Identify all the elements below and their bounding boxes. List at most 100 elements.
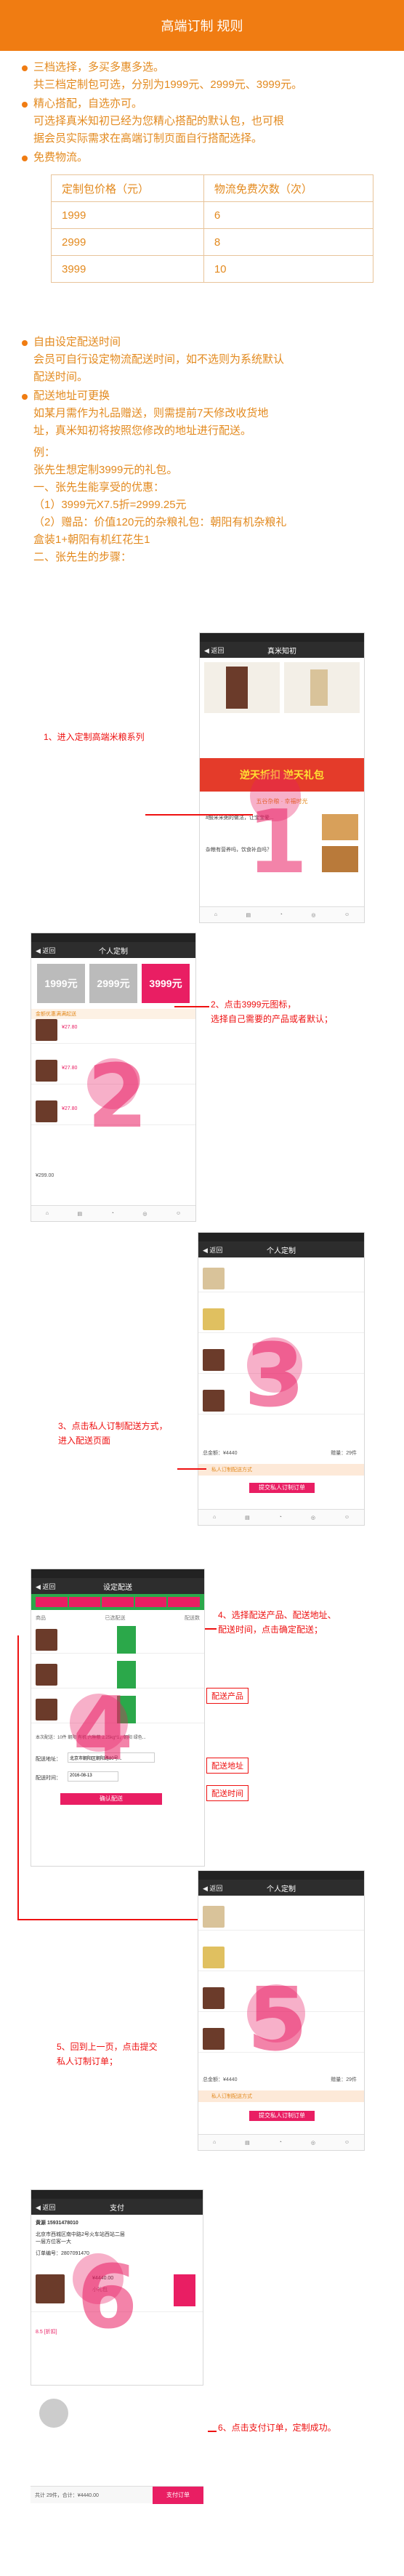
column-header: 商品: [36, 1616, 46, 1621]
table-cell: 2999: [51, 228, 204, 256]
product-row[interactable]: ¥27.80: [31, 1016, 195, 1044]
total-price: ¥299.00: [36, 1173, 54, 1178]
cart-icon[interactable]: ◔: [280, 912, 283, 917]
share-icon[interactable]: ◎: [311, 912, 315, 918]
cart-icon[interactable]: ◔: [279, 1515, 282, 1520]
pointer-line: [145, 814, 253, 816]
step-number: 4: [73, 1679, 134, 1780]
pointer-line: [17, 1635, 19, 1919]
step5-line: 私人订制订单；: [57, 2056, 118, 2066]
share-icon[interactable]: ◎: [142, 1211, 147, 1217]
bullet-dot: [22, 156, 28, 161]
user-icon[interactable]: ☺: [344, 2140, 350, 2145]
month-tab[interactable]: [168, 1597, 200, 1607]
tab-1999[interactable]: 1999元: [37, 964, 85, 1003]
column-header: 已选配送: [105, 1616, 126, 1621]
bullet-title: 自由设定配送时间: [33, 336, 121, 348]
bullet-dot: [22, 340, 28, 346]
product-card[interactable]: [204, 662, 280, 713]
cart-icon[interactable]: ◔: [279, 2140, 282, 2145]
step2-text: 2、点击3999元图标， 选择自己需要的产品或者默认；: [211, 997, 333, 1026]
tab-2999[interactable]: 2999元: [89, 964, 137, 1003]
month-tab[interactable]: [134, 1597, 167, 1607]
back-button[interactable]: ◀ 返回: [36, 1582, 55, 1591]
confirm-delivery-button[interactable]: 确认配送: [60, 1793, 162, 1805]
bullet-text: 配送时间。: [33, 371, 89, 383]
page-title: 高端订制 规则: [0, 0, 404, 51]
bullet-text: 可选择真米知初已经为您精心搭配的默认包，也可根: [33, 115, 285, 127]
share-icon[interactable]: ◎: [311, 1515, 315, 1521]
pointer-line: [17, 1919, 198, 1920]
home-icon[interactable]: ⌂: [213, 1515, 216, 1520]
bottom-nav: ⌂ ▤ ◔ ◎ ☺: [200, 906, 364, 922]
user-icon[interactable]: ☺: [176, 1211, 181, 1216]
table-header: 物流免费次数（次）: [203, 174, 374, 202]
product-row[interactable]: [198, 1944, 364, 1971]
home-icon[interactable]: ⌂: [213, 2140, 216, 2145]
bullet-text: 址，真米知初将按照您修改的地址进行配送。: [33, 424, 252, 437]
back-button[interactable]: ◀ 返回: [204, 645, 224, 655]
screen-title: 设定配送: [103, 1583, 132, 1592]
step1-text: 1、进入定制高端米粮系列: [44, 732, 145, 742]
delivery-method-button[interactable]: 私人订制配送方式: [198, 1464, 364, 1476]
share-icon[interactable]: ◎: [311, 2140, 315, 2146]
delivery-method-button[interactable]: 私人订制配送方式: [198, 2090, 364, 2102]
back-button[interactable]: ◀ 返回: [36, 946, 55, 955]
example-text: 一、张先生能享受的优惠：: [33, 481, 165, 494]
screen-title: 真米知初: [267, 647, 296, 656]
month-tab[interactable]: [102, 1597, 134, 1607]
cart-icon[interactable]: ◔: [111, 1211, 114, 1216]
recipient-name: 黄源 15931478010: [36, 2221, 78, 2226]
example-text: （1）3999元X7.5折=2999.25元: [33, 499, 187, 511]
step-number: 1: [247, 792, 308, 893]
submit-order-button[interactable]: 提交私人订制订单: [249, 1483, 315, 1493]
pointer-line: [174, 1006, 209, 1007]
product-card[interactable]: [284, 662, 360, 713]
product-row[interactable]: [198, 1903, 364, 1931]
product-row[interactable]: [198, 1265, 364, 1292]
month-tab[interactable]: [68, 1597, 101, 1607]
example-text: 张先生想定制3999元的礼包。: [33, 464, 178, 476]
bullet-text: 如某月需作为礼品赠送，则需提前7天修改收货地: [33, 407, 269, 419]
pay-order-button[interactable]: 支付订单: [153, 2487, 203, 2504]
home-icon[interactable]: ⌂: [46, 1211, 49, 1216]
back-button[interactable]: ◀ 返回: [36, 2202, 55, 2212]
total-amount: 总金额：¥4440: [203, 2077, 238, 2082]
table-row: 3999 10: [51, 255, 374, 283]
back-button[interactable]: ◀ 返回: [203, 1883, 222, 1893]
bottom-nav: ⌂ ▤ ◔ ◎ ☺: [198, 2134, 364, 2150]
order-icon[interactable]: ▤: [246, 912, 251, 918]
order-icon[interactable]: ▤: [245, 1515, 250, 1521]
step2-line: 2、点击3999元图标，: [211, 999, 296, 1010]
table-cell: 6: [203, 201, 374, 229]
example-label: 例：: [33, 446, 56, 459]
avatar: [39, 2399, 68, 2428]
pointer-line: [205, 1628, 217, 1630]
product-price: ¥27.80: [62, 1066, 78, 1071]
step3-line: 进入配送页面: [58, 1436, 111, 1446]
order-icon[interactable]: ▤: [245, 2140, 250, 2146]
table-row: 1999 6: [51, 201, 374, 229]
bullet-title: 配送地址可更换: [33, 390, 110, 402]
product-grid: [200, 658, 364, 717]
screen-title: 个人定制: [99, 947, 128, 956]
step4-line: 4、选择配送产品、配送地址、: [218, 1610, 336, 1620]
back-button[interactable]: ◀ 返回: [203, 1245, 222, 1255]
order-icon[interactable]: ▤: [78, 1211, 83, 1217]
step-number: 5: [247, 1970, 308, 2071]
bullet-title: 免费物流。: [33, 151, 89, 164]
table-cell: 1999: [51, 201, 204, 229]
month-tabs: [31, 1594, 204, 1610]
pay-button-small[interactable]: [174, 2274, 195, 2306]
product-row[interactable]: [31, 1626, 204, 1654]
home-icon[interactable]: ⌂: [214, 912, 217, 917]
pointer-line: [208, 2431, 217, 2432]
package-tabs: 1999元 2999元 3999元: [31, 958, 195, 1009]
submit-order-button[interactable]: 提交私人订制订单: [249, 2111, 315, 2121]
recipient-address-2: 一层方位客一大: [36, 2239, 71, 2245]
user-icon[interactable]: ☺: [344, 912, 350, 917]
user-icon[interactable]: ☺: [344, 1515, 350, 1520]
month-tab[interactable]: [36, 1597, 68, 1607]
bullet-title: 精心搭配，自选亦可。: [33, 97, 143, 110]
tab-3999[interactable]: 3999元: [142, 964, 190, 1003]
